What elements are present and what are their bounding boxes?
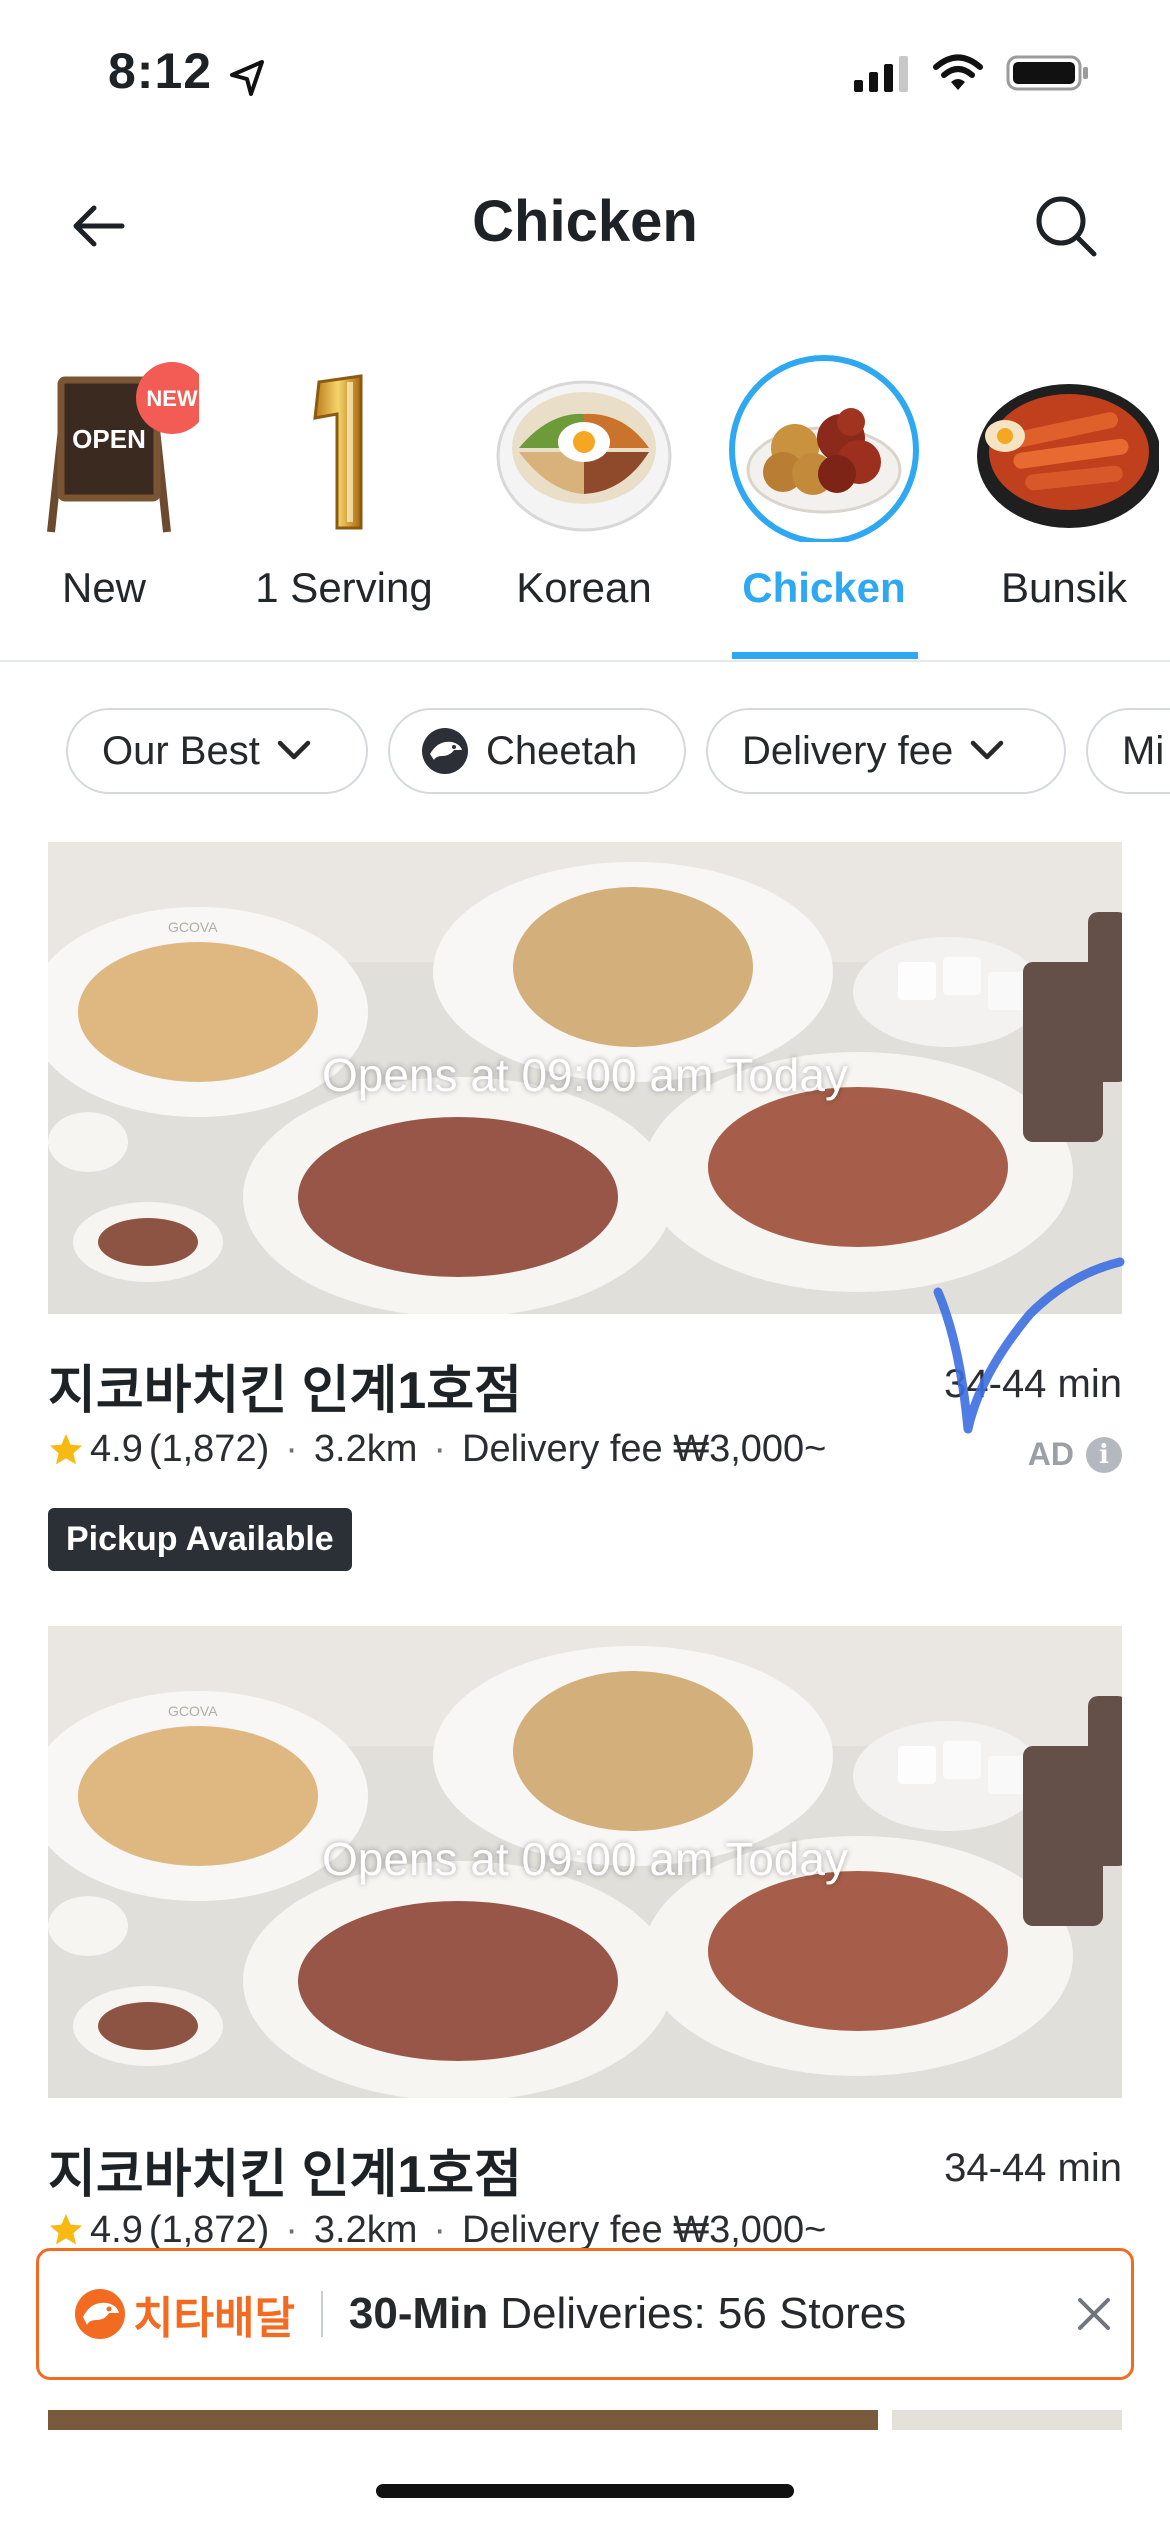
cellular-signal-icon (852, 54, 910, 97)
store-image[interactable]: GCOVA Opens at 09:00 am Today (48, 1626, 1122, 2098)
next-store-image-peek (892, 2410, 1122, 2430)
chicken-plate-icon (729, 355, 919, 542)
banner-brand: 치타배달 (133, 2294, 295, 2343)
rating: 4.9 (90, 2212, 143, 2248)
new-badge: NEW (146, 386, 198, 411)
banner-separator (320, 2291, 323, 2337)
filter-delivery-fee[interactable]: Delivery fee (706, 708, 1066, 794)
opens-time-label: Opens at 09:00 am Today (322, 1833, 848, 1885)
rating: 4.9 (90, 1428, 143, 1470)
search-button[interactable] (1020, 186, 1112, 266)
review-count: (1,872) (148, 1428, 270, 1470)
star-icon (50, 1433, 82, 1464)
category-bunsik[interactable]: Bunsik (954, 342, 1170, 652)
category-label: New (61, 564, 147, 611)
category-new[interactable]: OPEN NEW New (0, 342, 214, 652)
handwritten-checkmark-icon (933, 1257, 1125, 1434)
status-time: 8:12 (108, 43, 213, 99)
store-image[interactable]: GCOVA Opens at 09:00 am Today (48, 842, 1122, 1314)
category-1-serving[interactable]: 1 Serving (234, 342, 454, 652)
close-icon (1078, 2298, 1110, 2330)
cheetah-delivery-banner[interactable]: 치타배달 30-Min Deliveries: 56 Stores (36, 2248, 1134, 2380)
wifi-icon (932, 54, 984, 97)
category-korean[interactable]: Korean (474, 342, 694, 652)
opens-time-label: Opens at 09:00 am Today (322, 1049, 848, 1101)
separator-dot: · (285, 2212, 298, 2248)
category-label: Bunsik (1000, 564, 1128, 611)
category-label: Chicken (742, 564, 906, 611)
store-meta: 4.9 (1,872) · 3.2km · Delivery fee ₩3,000… (48, 2212, 826, 2248)
open-sign-icon: OPEN NEW (47, 362, 199, 533)
category-divider (0, 660, 1170, 662)
chevron-down-icon (277, 740, 311, 760)
battery-icon (1006, 54, 1090, 97)
banner-highlight: 30-Min (348, 2289, 489, 2338)
category-label: 1 Serving (255, 564, 433, 611)
search-icon (1036, 196, 1097, 257)
category-label: Korean (516, 564, 652, 611)
cheetah-logo-icon (422, 728, 468, 774)
banner-text: Deliveries: 56 Stores (500, 2289, 907, 2338)
filter-label: Mi (1122, 728, 1165, 773)
tteokbokki-pan-icon (977, 384, 1159, 528)
filter-label: Delivery fee (742, 728, 954, 773)
chevron-down-icon (970, 740, 1004, 760)
delivery-time: 34-44 min (944, 2146, 1122, 2190)
star-icon (50, 2214, 82, 2245)
separator-dot: · (433, 2212, 447, 2248)
category-chicken[interactable]: Chicken (714, 342, 934, 652)
bibimbap-bowl-icon (496, 380, 672, 532)
filter-min-order[interactable]: Mi (1086, 708, 1170, 794)
filter-label: Our Best (102, 728, 260, 773)
store-name[interactable]: 지코바치킨 인계1호점 (48, 2132, 522, 2207)
delivery-fee: Delivery fee ₩3,000~ (462, 1428, 827, 1470)
open-sign-text: OPEN (72, 424, 146, 454)
distance: 3.2km (313, 2212, 418, 2248)
filter-our-best[interactable]: Our Best (66, 708, 368, 794)
separator-dot: · (433, 1428, 447, 1470)
number-one-icon (313, 374, 363, 530)
store-meta: 4.9 (1,872) · 3.2km · Delivery fee ₩3,000… (48, 1428, 826, 1471)
delivery-fee: Delivery fee ₩3,000~ (462, 2212, 827, 2248)
filter-label: Cheetah (486, 728, 638, 773)
location-arrow-icon (228, 58, 268, 103)
separator-dot: · (285, 1428, 298, 1470)
cheetah-logo-icon (75, 2289, 125, 2339)
store-name[interactable]: 지코바치킨 인계1호점 (48, 1348, 522, 1423)
next-store-image-peek (48, 2410, 878, 2430)
home-indicator (376, 2484, 794, 2498)
review-count: (1,872) (148, 2212, 270, 2248)
distance: 3.2km (313, 1428, 418, 1470)
selected-category-indicator (732, 652, 918, 659)
pickup-badge: Pickup Available (48, 1508, 352, 1571)
filter-cheetah[interactable]: Cheetah (388, 708, 686, 794)
close-banner-button[interactable] (1064, 2284, 1124, 2344)
status-icons (852, 54, 1090, 97)
page-title: Chicken (472, 189, 698, 254)
